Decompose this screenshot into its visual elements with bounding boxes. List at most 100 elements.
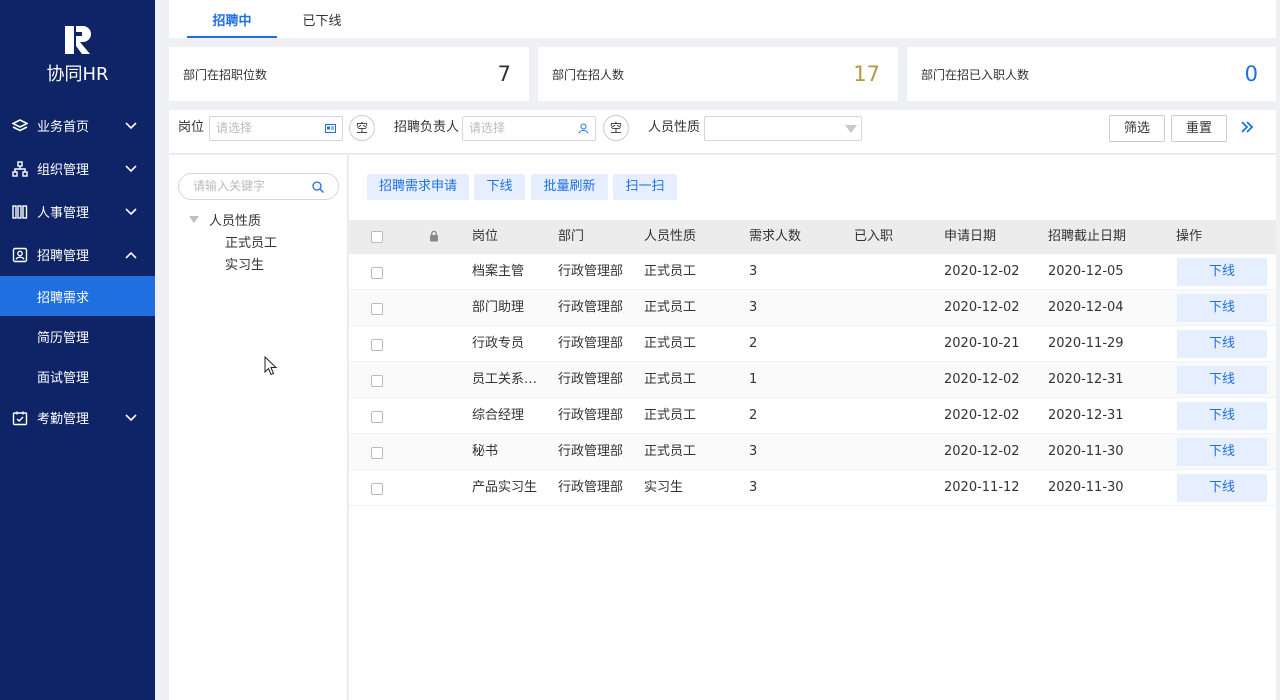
tree-search-input[interactable]: 请输入关键字 bbox=[178, 173, 339, 200]
row-offline-button[interactable]: 下线 bbox=[1177, 330, 1267, 358]
tree-search-placeholder: 请输入关键字 bbox=[193, 179, 266, 193]
col-header-headcount[interactable]: 需求人数 bbox=[749, 220, 801, 254]
sidebar-subitem-requirements[interactable]: 招聘需求 bbox=[0, 276, 155, 316]
search-icon[interactable] bbox=[312, 181, 324, 193]
sidebar-item-label: 招聘管理 bbox=[37, 249, 90, 264]
user-icon bbox=[578, 123, 589, 134]
table-row[interactable]: 产品实习生 行政管理部 实习生 3 2020-11-12 2020-11-30 下线 bbox=[349, 470, 1276, 506]
select-all-checkbox[interactable] bbox=[371, 231, 383, 243]
position-filter-label: 岗位 bbox=[178, 120, 205, 135]
type-select[interactable] bbox=[704, 116, 862, 141]
cell-headcount: 3 bbox=[749, 264, 758, 279]
position-select[interactable]: 请选择 bbox=[209, 116, 343, 141]
sidebar-item-recruitment[interactable]: 招聘管理 bbox=[0, 233, 155, 276]
cell-deadline: 2020-12-31 bbox=[1048, 408, 1124, 423]
layers-icon bbox=[12, 118, 28, 134]
tree-node-root[interactable]: 人员性质 bbox=[189, 211, 261, 229]
cell-type: 正式员工 bbox=[644, 336, 697, 351]
row-checkbox[interactable] bbox=[371, 447, 383, 459]
stat-card-hired-count: 部门在招已入职人数 0 bbox=[907, 47, 1276, 101]
row-offline-button[interactable]: 下线 bbox=[1177, 402, 1267, 430]
chevron-down-icon bbox=[125, 121, 137, 130]
sidebar-item-label: 人事管理 bbox=[37, 206, 90, 221]
sidebar-item-attendance[interactable]: 考勤管理 bbox=[0, 396, 155, 439]
cell-headcount: 3 bbox=[749, 300, 758, 315]
row-checkbox[interactable] bbox=[371, 339, 383, 351]
chevron-down-icon bbox=[125, 164, 137, 173]
cell-apply-date: 2020-12-02 bbox=[944, 444, 1020, 459]
cell-apply-date: 2020-12-02 bbox=[944, 300, 1020, 315]
col-header-deadline[interactable]: 招聘截止日期 bbox=[1048, 220, 1126, 254]
owner-clear-button[interactable]: 空 bbox=[603, 115, 629, 141]
mouse-cursor-icon bbox=[264, 356, 278, 376]
row-checkbox[interactable] bbox=[371, 375, 383, 387]
position-clear-button[interactable]: 空 bbox=[349, 115, 375, 141]
cell-type: 正式员工 bbox=[644, 444, 697, 459]
tab-recruiting[interactable]: 招聘中 bbox=[187, 0, 277, 38]
batch-refresh-button[interactable]: 批量刷新 bbox=[531, 174, 608, 200]
cell-department: 行政管理部 bbox=[558, 264, 624, 279]
chevron-down-icon bbox=[125, 207, 137, 216]
sidebar-subitem-interviews[interactable]: 面试管理 bbox=[0, 356, 155, 396]
caret-down-icon[interactable] bbox=[189, 215, 199, 223]
position-select-placeholder: 请选择 bbox=[216, 121, 253, 135]
table-row[interactable]: 部门助理 行政管理部 正式员工 3 2020-12-02 2020-12-04 下线 bbox=[349, 290, 1276, 326]
cell-department: 行政管理部 bbox=[558, 408, 624, 423]
stat-card-open-positions: 部门在招职位数 7 bbox=[169, 47, 529, 101]
row-offline-button[interactable]: 下线 bbox=[1177, 258, 1267, 286]
owner-select[interactable]: 请选择 bbox=[462, 116, 596, 141]
cell-headcount: 2 bbox=[749, 408, 758, 423]
sidebar-subitem-label: 招聘需求 bbox=[37, 290, 90, 306]
row-offline-button[interactable]: 下线 bbox=[1177, 438, 1267, 466]
table-row[interactable]: 员工关系… 行政管理部 正式员工 1 2020-12-02 2020-12-31 下线 bbox=[349, 362, 1276, 398]
row-offline-button[interactable]: 下线 bbox=[1177, 474, 1267, 502]
table-row[interactable]: 秘书 行政管理部 正式员工 3 2020-12-02 2020-11-30 下线 bbox=[349, 434, 1276, 470]
tree-node-regular[interactable]: 正式员工 bbox=[225, 232, 277, 251]
tab-offline[interactable]: 已下线 bbox=[277, 0, 367, 38]
double-chevron-right-icon[interactable] bbox=[1240, 120, 1254, 134]
row-offline-button[interactable]: 下线 bbox=[1177, 366, 1267, 394]
cell-department: 行政管理部 bbox=[558, 444, 624, 459]
requirements-table: 岗位 部门 人员性质 需求人数 已入职 申请日期 招聘截止日期 操作 档案主管行… bbox=[349, 220, 1276, 506]
col-header-position[interactable]: 岗位 bbox=[472, 220, 498, 254]
cell-apply-date: 2020-12-02 bbox=[944, 264, 1020, 279]
row-checkbox[interactable] bbox=[371, 483, 383, 495]
row-checkbox[interactable] bbox=[371, 267, 383, 279]
sidebar-subitem-resumes[interactable]: 简历管理 bbox=[0, 316, 155, 356]
id-card-small-icon bbox=[325, 123, 336, 134]
cell-deadline: 2020-11-30 bbox=[1048, 444, 1124, 459]
category-tree-panel: 请输入关键字 人员性质 正式员工 实习生 bbox=[169, 155, 348, 700]
stat-label: 部门在招人数 bbox=[552, 67, 625, 82]
sidebar-item-personnel[interactable]: 人事管理 bbox=[0, 190, 155, 233]
col-header-department[interactable]: 部门 bbox=[558, 220, 584, 254]
stat-card-open-headcount: 部门在招人数 17 bbox=[538, 47, 898, 101]
offline-button[interactable]: 下线 bbox=[474, 174, 525, 200]
reset-button[interactable]: 重置 bbox=[1171, 115, 1227, 142]
logo: 协同HR bbox=[0, 24, 155, 86]
type-filter-label: 人员性质 bbox=[648, 120, 701, 135]
cell-position: 员工关系… bbox=[472, 372, 538, 387]
scan-button[interactable]: 扫一扫 bbox=[613, 174, 677, 200]
tree-node-intern[interactable]: 实习生 bbox=[225, 254, 264, 273]
table-header: 岗位 部门 人员性质 需求人数 已入职 申请日期 招聘截止日期 操作 bbox=[349, 220, 1276, 254]
sidebar-item-org[interactable]: 组织管理 bbox=[0, 147, 155, 190]
table-row[interactable]: 档案主管 行政管理部 正式员工 3 2020-12-02 2020-12-05 下线 bbox=[349, 254, 1276, 290]
filter-button[interactable]: 筛选 bbox=[1109, 115, 1165, 142]
logo-mark-icon bbox=[63, 24, 93, 56]
sidebar-item-label: 考勤管理 bbox=[37, 412, 90, 427]
stat-label: 部门在招已入职人数 bbox=[921, 67, 1030, 82]
row-checkbox[interactable] bbox=[371, 411, 383, 423]
cell-type: 正式员工 bbox=[644, 300, 697, 315]
row-checkbox[interactable] bbox=[371, 303, 383, 315]
sidebar-nav: 业务首页 组织管理 人事管理 招聘管理 招聘需求 简历管理 面试管理 考勤管理 bbox=[0, 104, 155, 439]
row-offline-button[interactable]: 下线 bbox=[1177, 294, 1267, 322]
sidebar-item-home[interactable]: 业务首页 bbox=[0, 104, 155, 147]
table-row[interactable]: 行政专员 行政管理部 正式员工 2 2020-10-21 2020-11-29 下线 bbox=[349, 326, 1276, 362]
col-header-apply-date[interactable]: 申请日期 bbox=[944, 220, 996, 254]
apply-requirement-button[interactable]: 招聘需求申请 bbox=[367, 174, 469, 200]
sidebar-item-label: 业务首页 bbox=[37, 120, 90, 135]
col-header-type[interactable]: 人员性质 bbox=[644, 220, 696, 254]
table-row[interactable]: 综合经理 行政管理部 正式员工 2 2020-12-02 2020-12-31 下线 bbox=[349, 398, 1276, 434]
cell-deadline: 2020-11-30 bbox=[1048, 480, 1124, 495]
col-header-hired[interactable]: 已入职 bbox=[854, 220, 893, 254]
